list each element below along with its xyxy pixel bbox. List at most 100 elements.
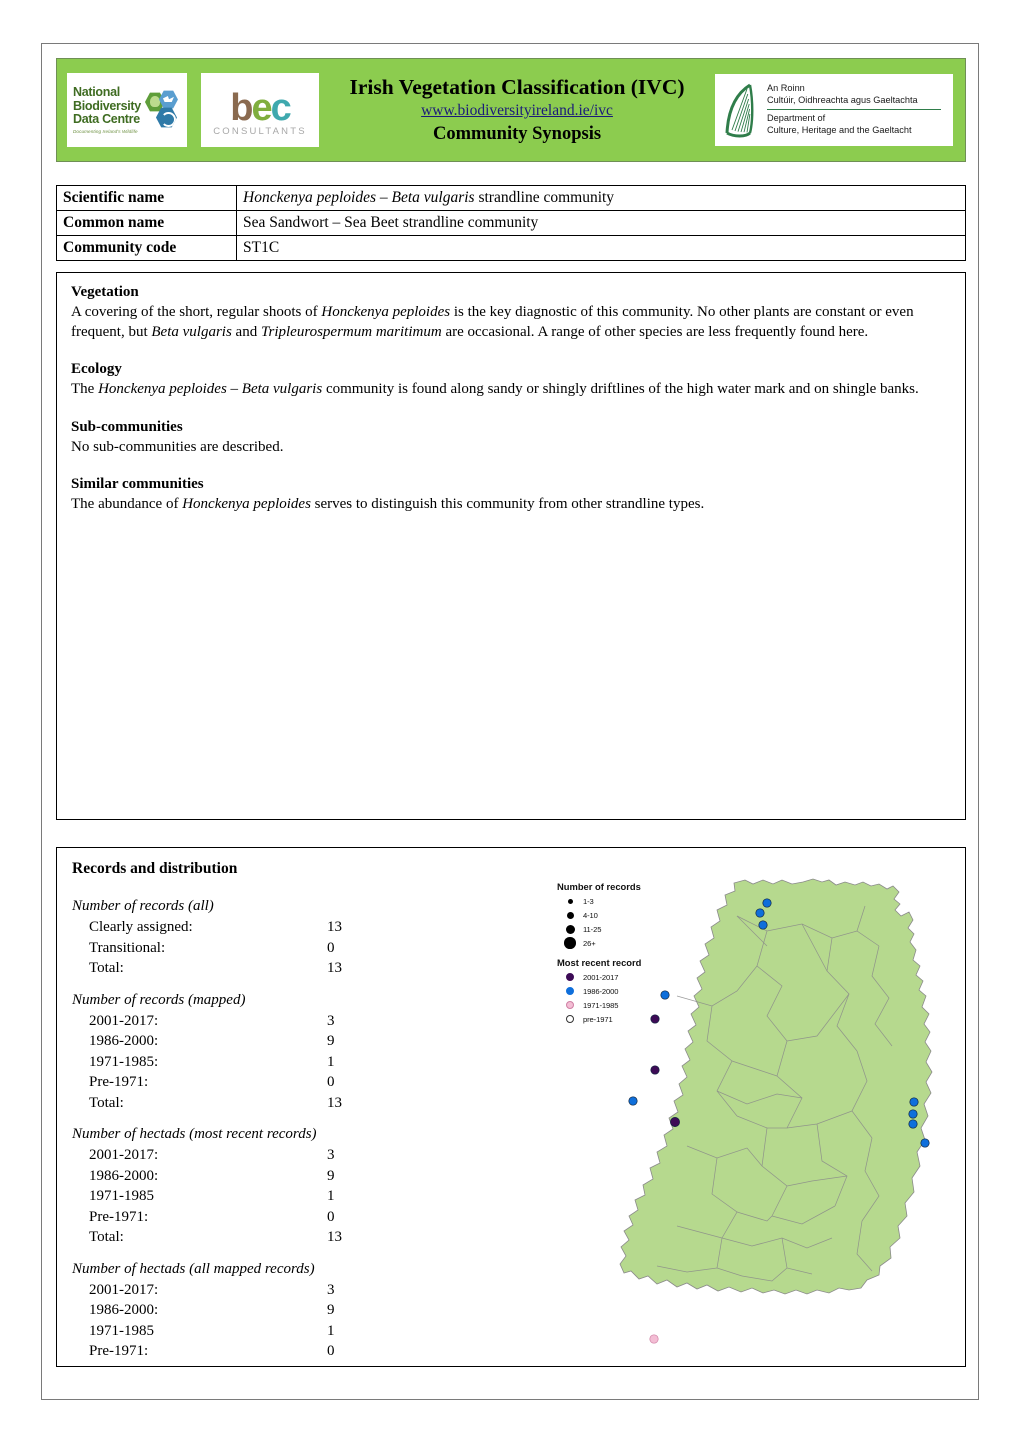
stat-value: 13 <box>327 1229 342 1245</box>
vegetation-body: A covering of the short, regular shoots … <box>71 304 914 340</box>
records-group-all: Number of records (all) Clearly assigned… <box>72 896 432 979</box>
common-name-value: Sea Sandwort – Sea Beet strandline commu… <box>236 210 966 236</box>
nbdc-logo-tagline: Documenting Ireland's Wildlife <box>73 128 138 134</box>
legend-recency-dot-cell <box>557 1001 583 1009</box>
records-group-heading: Number of records (mapped) <box>72 991 246 1008</box>
records-stat-row: Total: 13 <box>72 958 432 979</box>
records-statistics-list: Number of records (all) Clearly assigned… <box>72 896 432 1373</box>
scientific-name-plain: strandline community <box>474 189 615 206</box>
stat-label: 1971-1985: <box>89 1053 159 1070</box>
stat-label: Pre-1971: <box>89 1208 149 1225</box>
legend-size-label: 26+ <box>583 938 596 948</box>
stat-value: 0 <box>327 1074 335 1090</box>
gov-logo-english-line1: Department of <box>767 113 826 124</box>
records-stat-row: Total: 13 <box>72 1227 432 1248</box>
community-name-table: Scientific name Honckenya peploides – Be… <box>56 185 966 261</box>
gov-logo-divider <box>767 109 941 111</box>
legend-size-dot-cell <box>557 924 583 934</box>
records-stat-row: 1971-1985 1 <box>72 1321 432 1342</box>
legend-recency-dot-cell <box>557 1015 583 1023</box>
table-row: Common name Sea Sandwort – Sea Beet stra… <box>56 210 966 236</box>
map-record-point <box>758 920 768 930</box>
recency-dot-icon <box>566 1015 574 1023</box>
page-header: National Biodiversity Data Centre Docume… <box>56 58 966 162</box>
map-record-point <box>920 1138 930 1148</box>
legend-size-label: 11-25 <box>583 924 602 934</box>
document-page: National Biodiversity Data Centre Docume… <box>41 43 979 1400</box>
stat-value: 3 <box>327 1281 335 1298</box>
stat-label: 1986-2000: <box>89 1167 159 1184</box>
nbdc-logo-line2: Biodiversity <box>73 98 141 113</box>
scientific-name-italic: Honckenya peploides – Beta vulgaris <box>243 189 475 206</box>
records-stat-row: Pre-1971: 0 <box>72 1341 432 1362</box>
stat-value: 0 <box>327 1208 335 1225</box>
records-stat-row: Transitional: 0 <box>72 938 432 959</box>
scientific-name-label: Scientific name <box>56 185 237 211</box>
records-stat-row: 1986-2000: 9 <box>72 1166 432 1187</box>
table-row: Scientific name Honckenya peploides – Be… <box>56 185 966 211</box>
stat-value: 9 <box>327 1302 335 1318</box>
stat-label: 2001-2017: <box>89 1012 159 1029</box>
ecology-heading: Ecology <box>71 361 122 377</box>
records-and-distribution-box: Records and distribution Number of recor… <box>56 847 966 1367</box>
recency-dot-icon <box>566 973 574 981</box>
vegetation-heading: Vegetation <box>71 284 139 300</box>
stat-label: Pre-1971: <box>89 1074 149 1090</box>
stat-label: 2001-2017: <box>89 1281 159 1298</box>
stat-label: Total: <box>89 960 124 976</box>
stat-label: Total: <box>89 1094 124 1111</box>
stat-value: 0 <box>327 939 335 956</box>
stat-label: Clearly assigned: <box>89 919 193 935</box>
legend-size-label: 1-3 <box>583 896 594 906</box>
legend-size-label: 4-10 <box>583 910 598 920</box>
stat-value: 9 <box>327 1167 335 1184</box>
stat-value: 0 <box>327 1343 335 1359</box>
records-stat-row: 1971-1985: 1 <box>72 1052 432 1073</box>
records-stat-row: 1971-1985 1 <box>72 1186 432 1207</box>
stat-value: 13 <box>327 919 342 935</box>
hectads-group-most-recent: Number of hectads (most recent records) … <box>72 1124 432 1248</box>
legend-recency-dot-cell <box>557 987 583 995</box>
map-record-point <box>755 908 765 918</box>
map-record-point <box>908 1109 918 1119</box>
bec-logo-subtitle: CONSULTANTS <box>213 125 307 137</box>
sub-communities-body: No sub-communities are described. <box>71 438 284 455</box>
header-title-block: Irish Vegetation Classification (IVC) ww… <box>319 74 715 146</box>
similar-communities-body: The abundance of Honckenya peploides ser… <box>71 496 705 512</box>
sub-communities-section: Sub-communities No sub-communities are d… <box>71 418 952 458</box>
nbdc-logo-line3: Data Centre <box>73 112 140 127</box>
bec-consultants-logo: b e c CONSULTANTS <box>201 73 319 147</box>
nbdc-logo: National Biodiversity Data Centre Docume… <box>67 73 187 147</box>
map-record-point <box>650 1065 660 1075</box>
records-stat-row: Clearly assigned: 13 <box>72 917 432 938</box>
records-stat-row: Pre-1971: 0 <box>72 1207 432 1228</box>
recency-dot-icon <box>566 1001 574 1009</box>
stat-label: 1986-2000: <box>89 1302 159 1318</box>
scientific-name-value: Honckenya peploides – Beta vulgaris stra… <box>236 185 966 211</box>
ivc-website-link[interactable]: www.biodiversityireland.ie/ivc <box>325 100 709 122</box>
bec-logo-letter-b: b <box>230 86 253 129</box>
map-record-point <box>909 1097 919 1107</box>
page-subtitle: Community Synopsis <box>432 124 602 144</box>
map-record-point <box>649 1334 659 1344</box>
sub-communities-heading: Sub-communities <box>71 418 183 435</box>
record-count-dot-icon <box>566 911 574 919</box>
legend-size-dot-cell <box>557 898 583 904</box>
nbdc-hexagon-icons <box>144 90 178 130</box>
stat-label: Total: <box>89 1229 124 1245</box>
records-stat-row: Total: 13 <box>72 1093 432 1114</box>
records-group-mapped: Number of records (mapped) 2001-2017: 3 1… <box>72 990 432 1114</box>
ireland-landmass <box>619 878 933 1295</box>
similar-communities-heading: Similar communities <box>71 476 204 492</box>
community-code-value: ST1C <box>236 235 966 261</box>
stat-label: 1971-1985 <box>89 1188 154 1204</box>
recency-dot-icon <box>566 987 574 995</box>
legend-recency-dot-cell <box>557 973 583 981</box>
map-record-point <box>650 1014 660 1024</box>
common-name-label: Common name <box>56 210 237 236</box>
bec-logo-letter-e: e <box>251 86 272 129</box>
records-group-heading: Number of hectads (most recent records) <box>72 1126 317 1142</box>
record-count-dot-icon <box>565 924 575 934</box>
